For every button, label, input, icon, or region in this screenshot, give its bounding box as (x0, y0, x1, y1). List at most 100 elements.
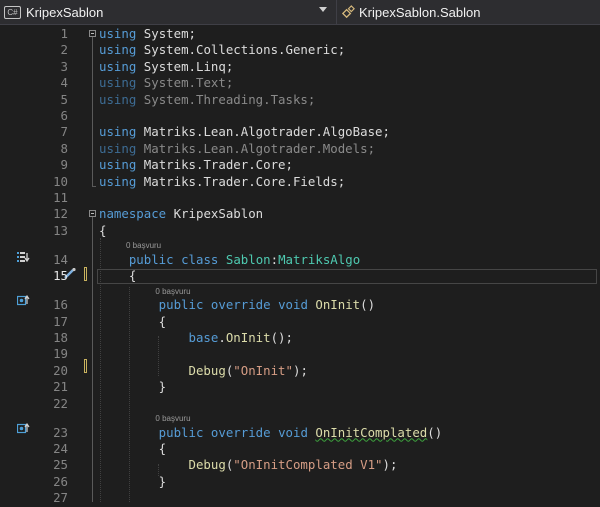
line-number: 23 (53, 424, 68, 440)
code-token: Matriks.Lean.Algotrader.AlgoBase; (136, 124, 390, 140)
code-line[interactable]: 12 namespace KripexSablon (0, 206, 600, 222)
reference-codelens[interactable]: 0 başvuru (155, 286, 190, 298)
line-number: 16 (53, 297, 68, 313)
code-line[interactable]: 21 } (0, 379, 600, 395)
code-text: } (99, 379, 166, 395)
code-token: void (278, 297, 308, 313)
code-line[interactable]: 19 (0, 346, 600, 362)
chevron-down-icon[interactable] (319, 7, 327, 12)
code-token: using (99, 42, 137, 58)
code-line[interactable]: 24 { (0, 441, 600, 457)
code-line[interactable]: 20 Debug("OnInit"); (0, 363, 600, 379)
code-token: public (99, 297, 204, 313)
code-text: using Matriks.Trader.Core.Fields; (99, 174, 345, 190)
code-token: Matriks.Trader.Core.Fields; (136, 173, 346, 189)
line-number: 12 (53, 206, 68, 222)
code-line[interactable]: 26 } (0, 474, 600, 490)
code-line[interactable]: 7 using Matriks.Lean.Algotrader.AlgoBase; (0, 124, 600, 140)
code-token: using (99, 124, 137, 140)
code-line[interactable]: 10 using Matriks.Trader.Core.Fields; (0, 174, 600, 190)
line-number: 27 (53, 490, 68, 506)
code-line[interactable]: 17 { (0, 314, 600, 330)
code-line[interactable]: 16 public override void OnInit() (0, 297, 600, 313)
code-token: { (99, 268, 137, 284)
line-number: 13 (53, 222, 68, 238)
code-text: { (99, 268, 136, 284)
code-text: { (99, 314, 166, 330)
code-token: using (99, 140, 137, 156)
reference-codelens[interactable]: 0 başvuru (126, 240, 161, 252)
code-line[interactable]: 1 using System; (0, 26, 600, 42)
code-text: using System.Text; (99, 75, 233, 91)
code-token: public (99, 251, 174, 267)
line-number: 20 (53, 362, 68, 378)
line-number: 7 (60, 124, 68, 140)
code-token: System; (136, 26, 196, 41)
code-line[interactable]: 2 using System.Collections.Generic; (0, 42, 600, 58)
code-token: OnInit (225, 330, 271, 345)
line-number: 18 (53, 330, 68, 345)
code-token: class (181, 251, 219, 267)
code-line[interactable]: 3 using System.Linq; (0, 59, 600, 75)
code-line[interactable]: 13 { (0, 223, 600, 239)
code-line[interactable]: 4 using System.Text; (0, 75, 600, 91)
code-text: using System.Linq; (99, 59, 233, 75)
code-line[interactable]: 18 base.OnInit(); (0, 330, 600, 346)
code-token: ); (382, 457, 398, 473)
line-number: 22 (53, 395, 68, 411)
code-token: { (99, 441, 167, 456)
code-line[interactable]: 22 (0, 396, 600, 412)
line-number: 2 (60, 42, 68, 58)
code-text: using Matriks.Lean.Algotrader.Models; (99, 141, 375, 157)
reference-codelens[interactable]: 0 başvuru (155, 413, 190, 425)
code-editor[interactable]: 1 using System; 2 using System.Collections.… (0, 25, 600, 505)
code-token: using (99, 91, 137, 107)
code-text: { (99, 441, 166, 457)
code-text: Debug("OnInit"); (99, 363, 308, 379)
code-line[interactable]: 25 Debug("OnInitComplated V1"); (0, 457, 600, 473)
line-number: 5 (60, 91, 68, 107)
code-line[interactable]: 11 (0, 190, 600, 206)
code-line[interactable]: 8 using Matriks.Lean.Algotrader.Models; (0, 141, 600, 157)
code-text: Debug("OnInitComplated V1"); (99, 457, 398, 473)
line-number: 17 (53, 313, 68, 329)
code-token: using (99, 157, 137, 173)
code-text: public class Sablon:MatriksAlgo (99, 252, 360, 268)
code-token: . (218, 330, 226, 345)
code-token: Debug (99, 362, 226, 378)
project-dropdown[interactable]: C# KripexSablon (0, 0, 333, 24)
code-token: { (99, 313, 167, 329)
line-number: 3 (60, 58, 68, 74)
code-line[interactable]: 27 (0, 490, 600, 506)
code-token: using (99, 75, 137, 91)
code-line[interactable]: 14 public class Sablon:MatriksAlgo (0, 252, 600, 268)
code-token: OnInit (315, 297, 361, 313)
code-line[interactable]: 23 public override void OnInitComplated(… (0, 425, 600, 441)
code-token: namespace (99, 206, 167, 222)
code-line[interactable]: 5 using System.Threading.Tasks; (0, 92, 600, 108)
code-text: using Matriks.Trader.Core; (99, 157, 293, 173)
code-token: Debug (99, 457, 226, 473)
code-token: } (99, 473, 167, 489)
code-text: { (99, 223, 106, 239)
code-line[interactable]: 9 using Matriks.Trader.Core; (0, 157, 600, 173)
code-token: override (210, 297, 271, 313)
code-text: public override void OnInitComplated() (99, 425, 443, 441)
code-text: namespace KripexSablon (99, 206, 263, 222)
code-line[interactable]: 15 { (0, 268, 600, 284)
code-text: using System.Threading.Tasks; (99, 92, 315, 108)
code-token: : (270, 251, 279, 267)
member-name: KripexSablon.Sablon (359, 4, 481, 20)
line-number: 21 (53, 379, 68, 395)
code-text: using System; (99, 26, 196, 42)
member-dropdown[interactable]: KripexSablon.Sablon (336, 0, 600, 24)
line-number: 14 (53, 251, 68, 267)
code-line[interactable]: 6 (0, 108, 600, 124)
code-text: using Matriks.Lean.Algotrader.AlgoBase; (99, 124, 390, 140)
code-token: using (99, 173, 137, 189)
code-token: System.Collections.Generic; (136, 42, 346, 58)
code-token: Sablon (225, 251, 271, 267)
